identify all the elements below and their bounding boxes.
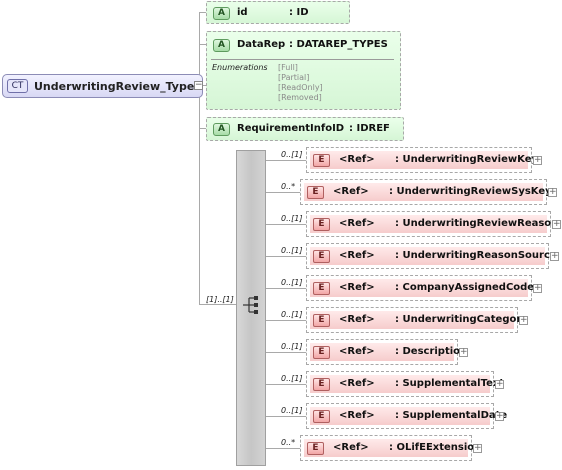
connector-element (266, 448, 300, 449)
enumeration-item: [Removed] (278, 93, 322, 102)
expand-button[interactable]: + (459, 348, 468, 357)
connector-element (266, 384, 306, 385)
element-name: : UnderwritingReviewReason (395, 218, 559, 229)
complex-type-node[interactable]: CT UnderwritingReview_Type (2, 74, 203, 98)
element-multiplicity: 0..[1] (281, 150, 303, 159)
element-node[interactable]: E <Ref> : OLifEExtension (300, 435, 481, 461)
element-badge: E (313, 282, 330, 295)
element-ref: <Ref> (333, 186, 369, 197)
sequence-multiplicity: [1]..[1] (206, 295, 234, 304)
expand-button[interactable]: + (550, 252, 559, 261)
attribute-type: : DATAREP_TYPES (289, 39, 388, 50)
element-node[interactable]: E <Ref> : UnderwritingReviewSysKey (300, 179, 552, 205)
expand-button[interactable]: + (533, 284, 542, 293)
element-multiplicity: 0..[1] (281, 406, 303, 415)
element-badge: E (313, 410, 330, 423)
element-multiplicity: 0..[1] (281, 246, 303, 255)
element-name: : SupplementalDate (395, 410, 508, 421)
element-ref: <Ref> (339, 314, 375, 325)
enumeration-divider (211, 59, 394, 60)
expand-button[interactable]: + (519, 316, 528, 325)
element-badge: E (313, 218, 330, 231)
element-ref: <Ref> (339, 154, 375, 165)
connector-element (266, 416, 306, 417)
element-name: : Description (395, 346, 468, 357)
element-node[interactable]: E <Ref> : UnderwritingReviewReason (306, 211, 558, 237)
element-node[interactable]: E <Ref> : UnderwritingCategory (306, 307, 528, 333)
element-multiplicity: 0..[1] (281, 214, 303, 223)
attribute-badge: A (213, 123, 230, 136)
connector-element (266, 160, 306, 161)
expand-button[interactable]: + (533, 156, 542, 165)
connector-element (266, 256, 306, 257)
enumeration-item: [ReadOnly] (278, 83, 323, 92)
element-ref: <Ref> (339, 218, 375, 229)
expand-button[interactable]: + (473, 444, 482, 453)
element-node[interactable]: E <Ref> : UnderwritingReviewKey (306, 147, 538, 173)
sequence-icon (243, 296, 258, 314)
element-name: : UnderwritingReviewSysKey (389, 186, 552, 197)
element-multiplicity: 0..* (281, 182, 296, 191)
attribute-type: : IDREF (349, 123, 390, 134)
connector-element (266, 288, 306, 289)
attribute-datarep[interactable]: A DataRep : DATAREP_TYPES Enumerations [… (206, 31, 401, 110)
attribute-badge: A (213, 7, 230, 20)
element-node[interactable]: E <Ref> : Description (306, 339, 467, 365)
attribute-badge: A (213, 39, 230, 52)
element-node[interactable]: E <Ref> : CompanyAssignedCode (306, 275, 535, 301)
element-multiplicity: 0..[1] (281, 342, 303, 351)
attribute-name: DataRep (237, 39, 286, 50)
element-name: : UnderwritingReasonSource (395, 250, 557, 261)
element-badge: E (307, 442, 324, 455)
expand-button[interactable]: + (548, 188, 557, 197)
element-ref: <Ref> (339, 282, 375, 293)
connector-element (266, 352, 306, 353)
expand-button[interactable]: + (495, 380, 504, 389)
element-name: : CompanyAssignedCode (395, 282, 535, 293)
element-multiplicity: 0..[1] (281, 374, 303, 383)
element-ref: <Ref> (333, 442, 369, 453)
element-ref: <Ref> (339, 378, 375, 389)
complex-type-badge: CT (7, 79, 28, 93)
element-name: : OLifEExtension (389, 442, 482, 453)
element-name: : SupplementalText (395, 378, 505, 389)
element-ref: <Ref> (339, 410, 375, 421)
element-badge: E (313, 154, 330, 167)
element-badge: E (313, 314, 330, 327)
attribute-id[interactable]: A id : ID (206, 1, 350, 24)
element-multiplicity: 0..* (281, 438, 296, 447)
enumeration-item: [Full] (278, 63, 298, 72)
connector-vertical-trunk (199, 12, 200, 304)
element-name: : UnderwritingCategory (395, 314, 528, 325)
element-ref: <Ref> (339, 250, 375, 261)
element-badge: E (307, 186, 324, 199)
element-badge: E (313, 378, 330, 391)
complex-type-name: UnderwritingReview_Type (34, 79, 195, 93)
connector-element (266, 192, 300, 193)
element-node[interactable]: E <Ref> : UnderwritingReasonSource (306, 243, 557, 269)
element-name: : UnderwritingReviewKey (395, 154, 538, 165)
collapse-button[interactable]: − (194, 81, 203, 90)
attribute-name: id (237, 7, 248, 18)
connector-element (266, 320, 306, 321)
attribute-name: RequirementInfoID (237, 123, 345, 134)
element-badge: E (313, 346, 330, 359)
element-node[interactable]: E <Ref> : SupplementalDate (306, 403, 507, 429)
connector-sequence (199, 304, 237, 305)
element-ref: <Ref> (339, 346, 375, 357)
attribute-type: : ID (289, 7, 309, 18)
enumerations-title: Enumerations (212, 63, 268, 72)
expand-button[interactable]: + (495, 412, 504, 421)
attribute-requirementinfoid[interactable]: A RequirementInfoID : IDREF (206, 117, 404, 141)
element-multiplicity: 0..[1] (281, 278, 303, 287)
element-node[interactable]: E <Ref> : SupplementalText (306, 371, 504, 397)
element-badge: E (313, 250, 330, 263)
element-multiplicity: 0..[1] (281, 310, 303, 319)
expand-button[interactable]: + (552, 220, 561, 229)
enumeration-item: [Partial] (278, 73, 310, 82)
connector-element (266, 224, 306, 225)
